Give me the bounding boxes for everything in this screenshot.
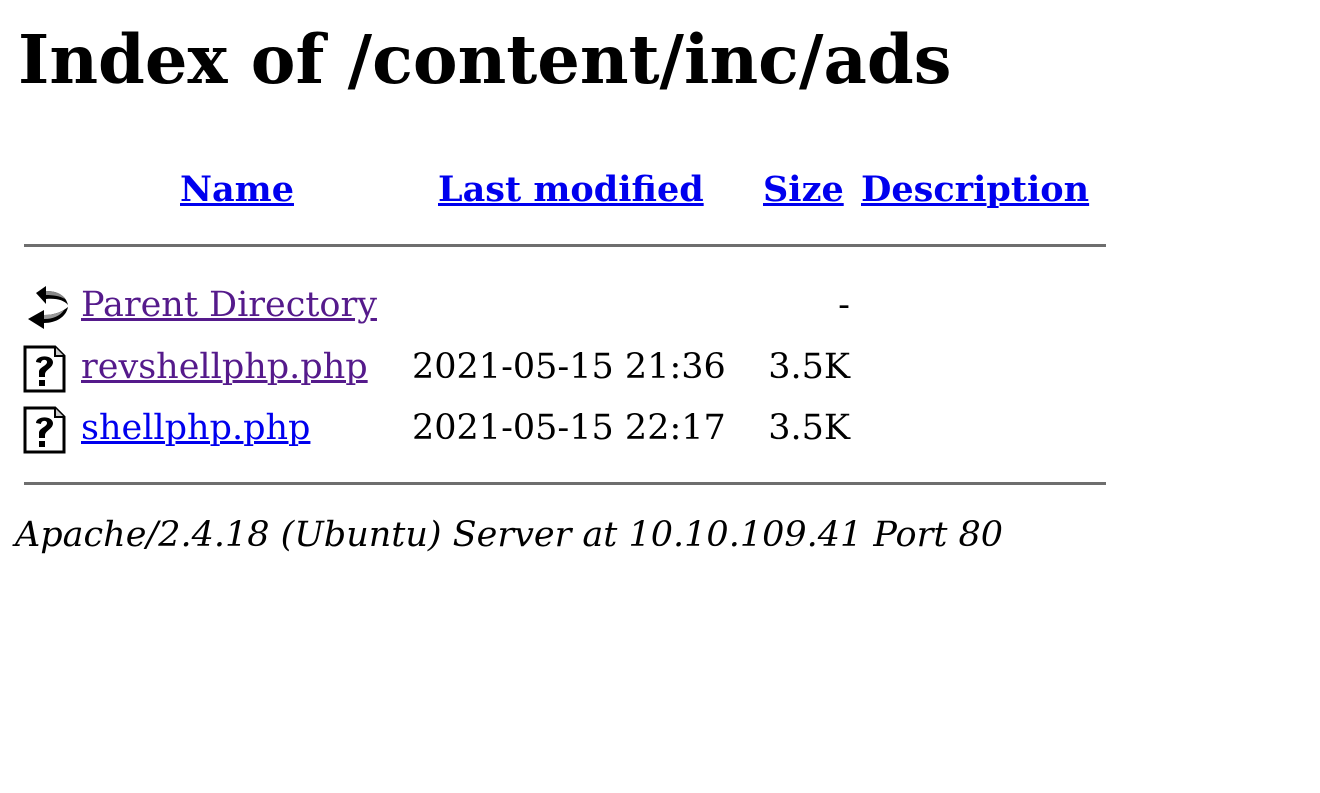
server-signature: Apache/2.4.18 (Ubuntu) Server at 10.10.1… <box>15 515 1004 555</box>
unknown-file-icon <box>22 406 70 454</box>
top-divider <box>24 244 1106 247</box>
file-link[interactable]: shellphp.php <box>81 400 310 456</box>
file-size: 3.5K <box>768 408 850 448</box>
file-size: 3.5K <box>768 347 850 387</box>
sort-by-last-modified-link[interactable]: Last modified <box>438 168 704 212</box>
file-size: - <box>838 285 850 325</box>
file-link[interactable]: revshellphp.php <box>81 339 368 395</box>
bottom-divider <box>24 482 1106 485</box>
list-item: Parent Directory - <box>0 277 1120 333</box>
parent-directory-link[interactable]: Parent Directory <box>81 277 377 333</box>
last-modified: 2021-05-15 21:36 <box>412 347 726 387</box>
sort-by-name-link[interactable]: Name <box>180 168 294 212</box>
list-item: shellphp.php 2021-05-15 22:17 3.5K <box>0 400 1120 456</box>
back-icon <box>22 283 70 331</box>
page-title: Index of /content/inc/ads <box>18 20 952 99</box>
sort-by-size-link[interactable]: Size <box>763 168 844 212</box>
last-modified: 2021-05-15 22:17 <box>412 408 726 448</box>
sort-by-description-link[interactable]: Description <box>861 168 1089 212</box>
list-item: revshellphp.php 2021-05-15 21:36 3.5K <box>0 339 1120 395</box>
unknown-file-icon <box>22 345 70 393</box>
